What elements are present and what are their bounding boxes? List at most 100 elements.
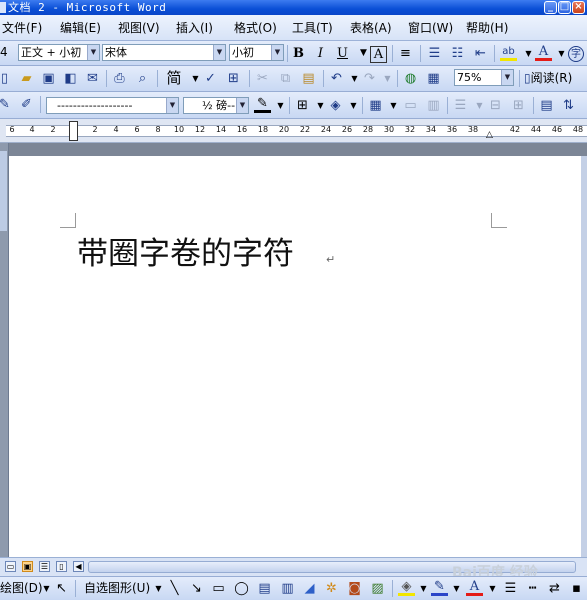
line-color-icon[interactable]: ✎ <box>431 579 448 596</box>
new-document-icon[interactable]: ▯ <box>0 70 13 87</box>
scroll-left-icon[interactable]: ◀ <box>73 561 84 572</box>
right-indent-marker[interactable]: △ <box>486 130 493 140</box>
oval-icon[interactable]: ◯ <box>233 580 250 597</box>
menu-format[interactable]: 格式(O) <box>234 21 277 35</box>
draw-menu[interactable]: 绘图(D) <box>0 581 43 596</box>
draw-table-icon[interactable]: ✎ <box>0 96 13 113</box>
distribute-columns-icon[interactable]: ⊞ <box>510 97 527 114</box>
chevron-down-icon[interactable]: ▼ <box>501 70 513 85</box>
chevron-down-icon[interactable]: ▼ <box>415 580 432 597</box>
clip-art-icon[interactable]: ◙ <box>346 580 363 597</box>
print-icon[interactable]: ⎙ <box>111 70 128 87</box>
copy-icon[interactable]: ⧉ <box>277 70 294 87</box>
reading-view-icon[interactable]: ▯ <box>56 561 67 572</box>
split-cells-icon[interactable]: ▥ <box>425 97 442 114</box>
bold-button[interactable]: B <box>290 45 307 62</box>
decrease-indent-icon[interactable]: ⇤ <box>472 45 489 62</box>
indent-marker[interactable] <box>69 121 78 141</box>
char-border-button[interactable]: A <box>370 46 387 63</box>
chevron-down-icon[interactable]: ▼ <box>272 97 289 114</box>
eraser-icon[interactable]: ✐ <box>18 96 35 113</box>
print-layout-view-icon[interactable]: ▣ <box>22 561 33 572</box>
menu-help[interactable]: 帮助(H) <box>466 21 508 35</box>
chevron-down-icon[interactable]: ▼ <box>213 45 225 60</box>
read-mode-button[interactable]: ▯阅读(R) <box>524 71 572 86</box>
shading-icon[interactable]: ◈ <box>327 97 344 114</box>
chevron-down-icon[interactable]: ▼ <box>236 98 248 113</box>
wordart-icon[interactable]: ◢ <box>301 580 318 597</box>
arrow-icon[interactable]: ↘ <box>188 580 205 597</box>
picture-icon[interactable]: ▨ <box>369 580 386 597</box>
line-weight-combo[interactable]: ½ 磅-- ▼ <box>183 97 249 114</box>
paste-icon[interactable]: ▤ <box>300 70 317 87</box>
menu-insert[interactable]: 插入(I) <box>176 21 213 35</box>
line-style-icon[interactable]: ☰ <box>502 580 519 597</box>
chevron-down-icon[interactable]: ▼ <box>385 97 402 114</box>
chevron-down-icon[interactable]: ▼ <box>271 45 283 60</box>
simplified-chinese-button[interactable]: 简 <box>163 70 185 87</box>
cut-icon[interactable]: ✂ <box>254 70 271 87</box>
table-icon[interactable]: ▦ <box>425 70 442 87</box>
print-preview-icon[interactable]: ⌕ <box>134 70 151 87</box>
line-icon[interactable]: ╲ <box>166 580 183 597</box>
outline-view-icon[interactable]: ☰ <box>39 561 50 572</box>
insert-table-icon[interactable]: ▦ <box>367 97 384 114</box>
redo-icon[interactable]: ↷ <box>361 70 378 87</box>
minimize-button[interactable]: _ <box>544 1 557 14</box>
vertical-text-box-icon[interactable]: ▥ <box>279 580 296 597</box>
mail-icon[interactable]: ✉ <box>84 70 101 87</box>
align-center-icon[interactable]: ≡ <box>397 45 414 62</box>
border-color-icon[interactable]: ✎ <box>254 96 271 113</box>
merge-cells-icon[interactable]: ▭ <box>402 97 419 114</box>
open-folder-icon[interactable]: ▰ <box>18 70 35 87</box>
menu-window[interactable]: 窗口(W) <box>408 21 453 35</box>
chevron-down-icon[interactable]: ▼ <box>87 45 99 60</box>
document-text[interactable]: 带圈字卷的字符 <box>77 234 294 274</box>
vertical-scrollbar[interactable] <box>581 156 587 557</box>
save-icon[interactable]: ▣ <box>40 70 57 87</box>
dash-style-icon[interactable]: ┅ <box>524 580 541 597</box>
chevron-down-icon[interactable]: ▼ <box>471 97 488 114</box>
numbering-icon[interactable]: ☰ <box>426 45 443 62</box>
font-color-button[interactable]: A <box>535 44 552 61</box>
menu-view[interactable]: 视图(V) <box>118 21 160 35</box>
autoshapes-menu[interactable]: 自选图形(U) <box>84 581 150 596</box>
text-box-icon[interactable]: ▤ <box>256 580 273 597</box>
close-button[interactable]: × <box>572 1 585 14</box>
bullets-icon[interactable]: ☷ <box>449 45 466 62</box>
menu-table[interactable]: 表格(A) <box>350 21 392 35</box>
chevron-down-icon[interactable]: ▼ <box>379 70 396 87</box>
undo-icon[interactable]: ↶ <box>328 70 345 87</box>
permission-icon[interactable]: ◧ <box>62 70 79 87</box>
distribute-rows-icon[interactable]: ⊟ <box>487 97 504 114</box>
draw-font-color-button[interactable]: A <box>466 579 483 596</box>
zoom-combo[interactable]: 75% ▼ <box>454 69 514 86</box>
borders-icon[interactable]: ⊞ <box>294 97 311 114</box>
autoformat-icon[interactable]: ▤ <box>538 97 555 114</box>
align-cell-icon[interactable]: ☰ <box>452 97 469 114</box>
spelling-icon[interactable]: ✓ <box>202 70 219 87</box>
select-objects-icon[interactable]: ↖ <box>53 580 70 597</box>
menu-file[interactable]: 文件(F) <box>2 21 42 35</box>
style-combo[interactable]: 正文 + 小初 ▼ <box>18 44 100 61</box>
maximize-button[interactable]: □ <box>558 1 571 14</box>
italic-button[interactable]: I <box>312 45 329 62</box>
hyperlink-icon[interactable]: ◍ <box>402 70 419 87</box>
research-icon[interactable]: ⊞ <box>225 70 242 87</box>
chevron-down-icon[interactable]: ▼ <box>150 580 167 597</box>
menu-tools[interactable]: 工具(T) <box>292 21 333 35</box>
chevron-down-icon[interactable]: ▼ <box>166 98 178 113</box>
menu-edit[interactable]: 编辑(E) <box>60 21 101 35</box>
chevron-down-icon[interactable]: ▼ <box>345 97 362 114</box>
highlight-icon[interactable]: ab <box>500 45 517 61</box>
normal-view-icon[interactable]: ▭ <box>5 561 16 572</box>
font-combo[interactable]: 宋体 ▼ <box>102 44 226 61</box>
size-combo[interactable]: 小初 ▼ <box>229 44 284 61</box>
shadow-style-icon[interactable]: ▪ <box>568 580 585 597</box>
line-style-combo[interactable]: ------------------- ▼ <box>46 97 179 114</box>
fill-color-icon[interactable]: ◈ <box>398 579 415 596</box>
arrow-style-icon[interactable]: ⇄ <box>546 580 563 597</box>
rectangle-icon[interactable]: ▭ <box>210 580 227 597</box>
underline-button[interactable]: U <box>334 45 351 62</box>
sort-icon[interactable]: ⇅ <box>560 97 577 114</box>
